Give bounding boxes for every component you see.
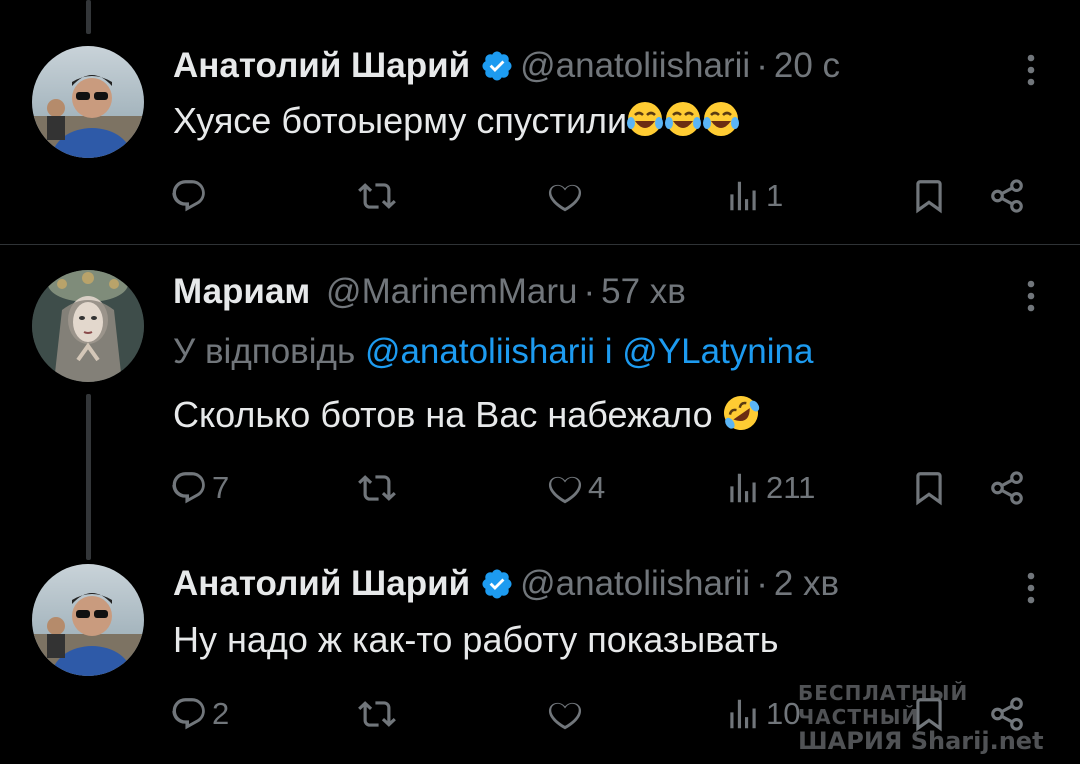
avatar-anatolii[interactable] [32,564,144,676]
heart-icon [548,184,582,212]
tweet-text: Сколько ботов на Вас набежало [173,393,761,437]
views-button[interactable]: 10 [724,694,800,734]
retweet-icon [358,701,396,727]
reply-context: У відповідь @anatoliisharii і @YLatynina [173,332,813,372]
like-button[interactable] [546,694,588,734]
bookmark-button[interactable] [910,176,948,216]
like-button[interactable] [546,176,588,216]
face-with-tears-of-joy-icon [701,99,741,139]
tweet-divider [0,244,1080,245]
share-icon [991,179,1023,213]
face-with-tears-of-joy-icon [625,99,665,139]
views-button[interactable]: 211 [724,468,815,508]
like-count: 4 [588,470,606,505]
share-icon [991,471,1023,505]
reply-button[interactable]: 7 [170,468,229,508]
reply-button[interactable]: 2 [170,694,229,734]
author-name[interactable]: Мариам [173,272,310,311]
share-button[interactable] [988,176,1026,216]
bookmark-icon [916,472,942,506]
retweet-button[interactable] [358,694,400,734]
reply-icon [172,472,205,504]
watermark-line-1: БЕСПЛАТНЫЙ ЧАСТНЫЙ [798,681,969,729]
views-button[interactable]: 1 [724,176,783,216]
watermark: БЕСПЛАТНЫЙ ЧАСТНЫЙ ШАРИЯ Sharij.net [798,681,1058,755]
reply-icon [172,180,205,212]
views-count: 211 [766,470,816,505]
tweet-header: Анатолий Шарий @anatoliisharii · 2 хв [173,564,839,604]
like-button[interactable]: 4 [546,468,605,508]
timestamp[interactable]: 20 с [774,46,840,85]
watermark-line-2: ШАРИЯ Sharij.net [798,727,1044,755]
tweet-text-content: Ну надо ж как-то работу показывать [173,619,779,660]
heart-icon [548,702,582,730]
author-name[interactable]: Анатолий Шарий [173,46,470,85]
tweet-header: Анатолий Шарий @anatoliisharii · 20 с [173,46,840,86]
views-count: 10 [766,696,801,731]
retweet-button[interactable] [358,176,400,216]
retweet-icon [358,183,396,209]
more-options-icon[interactable] [1024,50,1038,90]
face-with-tears-of-joy-icon [663,99,703,139]
separator: · [583,272,596,311]
views-chart-icon [730,699,756,729]
views-chart-icon [730,181,756,211]
author-name[interactable]: Анатолий Шарий [173,564,470,603]
mention-conjunction[interactable]: і [605,332,613,371]
verified-badge-icon [480,49,514,83]
heart-icon [548,476,582,504]
bookmark-icon [916,180,942,214]
author-handle[interactable]: @anatoliisharii [520,46,750,85]
timestamp[interactable]: 2 хв [774,564,839,603]
bookmark-button[interactable] [910,468,948,508]
tweet-header: Мариам @MarinemMaru · 57 хв [173,272,686,312]
thread-line-top [86,0,91,34]
separator: · [756,46,768,85]
reply-icon [172,698,205,730]
tweet-text: Ну надо ж как-то работу показывать [173,618,778,662]
timestamp[interactable]: 57 хв [601,272,686,311]
avatar-anatolii[interactable] [32,46,144,158]
more-options-icon[interactable] [1024,276,1038,316]
avatar-mariam[interactable] [32,270,144,382]
retweet-button[interactable] [358,468,400,508]
reply-count: 7 [212,470,230,505]
rolling-on-the-floor-laughing-icon [721,393,761,433]
tweet-text-content: Сколько ботов на Вас набежало [173,394,713,435]
tweet-text-content: Хуясе ботоыерму спустили [173,100,628,141]
separator: · [756,564,768,603]
action-bar: 7 4 211 [170,468,1032,508]
verified-badge-icon [480,567,514,601]
author-handle[interactable]: @MarinemMaru [326,272,577,311]
tweet-text: Хуясе ботоыерму спустили [173,99,741,143]
action-bar: 1 [170,176,1032,216]
retweet-icon [358,475,396,501]
mention-link[interactable]: @YLatynina [622,332,813,371]
mention-link[interactable]: @anatoliisharii [365,332,595,371]
views-count: 1 [766,178,784,213]
thread-line-middle [86,394,91,560]
more-options-icon[interactable] [1024,568,1038,608]
reply-button[interactable] [170,176,212,216]
reply-prefix: У відповідь [173,332,356,371]
author-handle[interactable]: @anatoliisharii [520,564,750,603]
views-chart-icon [730,473,756,503]
share-button[interactable] [988,468,1026,508]
reply-count: 2 [212,696,230,731]
